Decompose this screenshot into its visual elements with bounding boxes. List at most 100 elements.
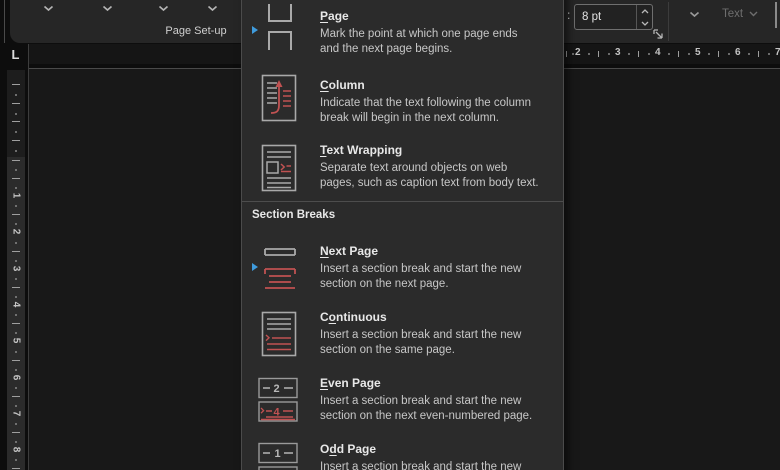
ruler-tick xyxy=(12,214,20,216)
ruler-number: 5 xyxy=(695,47,701,58)
svg-text:2: 2 xyxy=(274,383,280,395)
chevron-down-icon[interactable] xyxy=(43,5,54,12)
menu-item-title: Next Page xyxy=(320,244,379,258)
ruler-tick xyxy=(15,441,17,444)
ruler-tick xyxy=(688,53,690,55)
ruler-tick xyxy=(12,102,20,104)
menu-item-description: Insert a section break and start the new… xyxy=(320,329,522,356)
ruler-number: 2 xyxy=(575,47,581,58)
text-wrapping-icon xyxy=(261,144,297,192)
menu-item-description: Insert a section break and start the new… xyxy=(320,395,533,422)
ruler-tick xyxy=(12,178,20,179)
menu-item-title: Column xyxy=(320,78,365,92)
ruler-number: 8 xyxy=(10,446,22,453)
chevron-down-icon[interactable] xyxy=(689,11,700,18)
ruler-tick xyxy=(758,51,759,57)
tab-stop-selector[interactable]: L xyxy=(6,45,25,64)
vertical-ruler-margin[interactable] xyxy=(7,70,25,157)
spinner-down-button[interactable] xyxy=(637,17,652,29)
ruler-tick xyxy=(572,53,574,55)
ruler-tick xyxy=(15,277,17,280)
window-edge xyxy=(4,0,5,43)
ribbon-group-label: Page Set-up xyxy=(165,25,227,37)
menu-item-next-page[interactable]: Next Page Insert a section break and sta… xyxy=(244,240,561,304)
menu-item-text-wrapping[interactable]: Text Wrapping Separate text around objec… xyxy=(244,136,561,200)
menu-item-description: Indicate that the text following the col… xyxy=(320,97,531,124)
ruler-number: 7 xyxy=(775,47,780,58)
ruler-tick xyxy=(638,51,639,57)
group-separator xyxy=(668,2,669,41)
ruler-tick xyxy=(588,53,590,55)
ruler-number: 5 xyxy=(10,337,22,344)
chevron-down-icon[interactable] xyxy=(207,5,218,12)
cropped-control-edge xyxy=(775,2,777,28)
ruler-tick xyxy=(728,53,730,55)
ruler-tick xyxy=(598,51,599,57)
text-dropdown[interactable]: Text xyxy=(722,5,758,23)
dialog-launcher-button[interactable] xyxy=(652,28,665,41)
ruler-tick xyxy=(15,259,17,262)
ruler-tick xyxy=(12,84,20,85)
horizontal-ruler[interactable]: 2 3 4 5 6 7 xyxy=(555,44,780,64)
ruler-tick xyxy=(15,350,17,353)
ruler-number: 6 xyxy=(735,47,741,58)
ruler-tick xyxy=(12,139,20,141)
ruler-tick xyxy=(15,459,17,461)
insertion-point-arrow-icon xyxy=(252,263,258,271)
ruler-tick xyxy=(15,112,17,115)
menu-item-description: Separate text around objects on web page… xyxy=(320,162,539,189)
menu-item-description: Insert a section break and start the new… xyxy=(320,263,522,290)
ruler-tick xyxy=(15,223,17,226)
ruler-number: 4 xyxy=(10,301,22,308)
svg-text:4: 4 xyxy=(274,407,281,419)
menu-item-description: Insert a section break and start the new… xyxy=(320,461,522,470)
menu-item-description: Mark the point at which one page ends an… xyxy=(320,28,518,55)
menu-item-continuous[interactable]: Continuous Insert a section break and st… xyxy=(244,306,561,370)
menu-item-title: Text Wrapping xyxy=(320,143,403,157)
ruler-tick xyxy=(678,51,679,57)
ruler-tick xyxy=(15,205,17,208)
chevron-down-icon xyxy=(749,11,758,17)
ruler-tick xyxy=(15,423,17,426)
chevron-down-icon[interactable] xyxy=(158,5,169,12)
chevron-down-icon[interactable] xyxy=(102,5,113,12)
ruler-number: 3 xyxy=(10,265,22,271)
ruler-tick xyxy=(15,169,17,171)
menu-divider xyxy=(242,201,563,202)
ruler-tick xyxy=(748,53,750,55)
spinner-up-button[interactable] xyxy=(637,5,652,17)
ruler-tick xyxy=(12,323,20,325)
ruler-tick xyxy=(12,160,20,161)
next-page-break-icon xyxy=(264,248,296,289)
ruler-tick xyxy=(768,53,770,55)
page-left-edge xyxy=(28,44,29,470)
ruler-tick xyxy=(15,368,17,371)
insertion-point-arrow-icon xyxy=(252,26,258,34)
continuous-break-icon xyxy=(261,311,297,357)
svg-text:1: 1 xyxy=(275,448,281,460)
menu-item-odd-page[interactable]: 1 3 Odd Page Insert a section break and … xyxy=(244,438,561,470)
ruler-tick xyxy=(15,295,17,298)
ruler-tick xyxy=(15,94,17,96)
ruler-number: 7 xyxy=(10,410,22,417)
ruler-tick xyxy=(15,332,17,335)
ruler-tick xyxy=(15,314,17,317)
breaks-dropdown-menu: Page Mark the point at which one page en… xyxy=(241,0,564,470)
word-window: Page Set-up : 8 pt Text 2 3 4 5 6 7 L 1 2 3 4 5 6 7… xyxy=(0,0,780,470)
ruler-number: 1 xyxy=(10,192,22,199)
ruler-tick xyxy=(12,395,20,397)
menu-item-title: Page xyxy=(320,9,349,23)
menu-item-title: Odd Page xyxy=(320,442,377,456)
ruler-tick xyxy=(15,131,17,134)
menu-item-column[interactable]: Column Indicate that the text following … xyxy=(244,71,561,135)
ruler-number: 2 xyxy=(10,229,22,235)
spacing-value: 8 pt xyxy=(582,11,602,23)
ruler-number: 6 xyxy=(10,374,22,380)
menu-item-page[interactable]: Page Mark the point at which one page en… xyxy=(244,2,561,66)
spacing-value-input[interactable]: 8 pt xyxy=(574,4,653,30)
ruler-tick xyxy=(15,241,17,244)
menu-item-even-page[interactable]: 2 4 Even Page Insert a section break and… xyxy=(244,372,561,436)
ruler-tick xyxy=(566,51,567,57)
vertical-ruler[interactable]: 1 2 3 4 5 6 7 8 xyxy=(7,157,25,470)
odd-page-break-icon: 1 3 xyxy=(258,442,298,470)
